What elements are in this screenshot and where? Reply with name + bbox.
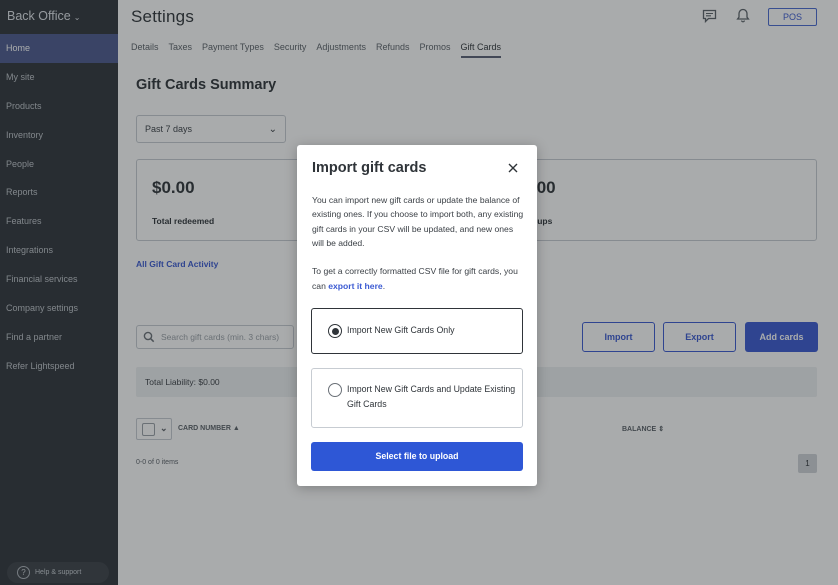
select-file-button[interactable]: Select file to upload: [311, 442, 523, 471]
radio-selected-icon[interactable]: [328, 324, 342, 338]
modal-body: You can import new gift cards or update …: [312, 193, 524, 306]
option-import-new-only-label: Import New Gift Cards Only: [347, 325, 455, 335]
close-icon: [508, 163, 518, 173]
modal-title: Import gift cards: [312, 160, 427, 176]
export-it-here-link[interactable]: export it here: [328, 281, 382, 291]
modal-export-hint: To get a correctly formatted CSV file fo…: [312, 266, 518, 291]
radio-unselected-icon[interactable]: [328, 383, 342, 397]
import-gift-cards-modal: Import gift cards You can import new gif…: [297, 145, 537, 486]
modal-description: You can import new gift cards or update …: [312, 195, 524, 249]
option-import-new-only[interactable]: Import New Gift Cards Only: [311, 308, 523, 354]
option-import-and-update[interactable]: Import New Gift Cards and Update Existin…: [311, 368, 523, 428]
option-import-and-update-label: Import New Gift Cards and Update Existin…: [347, 384, 516, 409]
close-button[interactable]: [506, 161, 520, 175]
